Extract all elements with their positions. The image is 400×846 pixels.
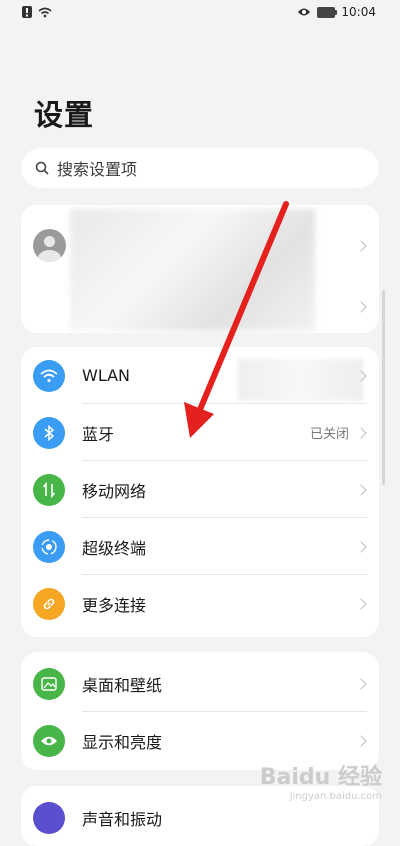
display-card: 桌面和壁纸 显示和亮度: [21, 652, 379, 770]
setting-label: 移动网络: [82, 481, 147, 501]
search-placeholder: 搜索设置项: [57, 160, 138, 179]
sound-icon: [33, 801, 65, 834]
chevron-right-icon: [355, 541, 367, 553]
eye-icon: [33, 724, 65, 757]
chevron-right-icon: [355, 484, 367, 496]
eye-comfort-icon: [298, 8, 311, 16]
setting-row-mobile-network[interactable]: 移动网络: [21, 461, 379, 518]
setting-row-bluetooth[interactable]: 蓝牙 已关闭: [21, 404, 379, 461]
wallpaper-icon: [33, 667, 65, 700]
setting-label: 声音和振动: [82, 809, 163, 829]
setting-label: 显示和亮度: [82, 732, 163, 752]
watermark-url: jingyan.baidu.com: [289, 791, 382, 802]
setting-label: 更多连接: [82, 595, 147, 615]
chevron-right-icon: [355, 598, 367, 610]
battery-icon: [317, 6, 338, 18]
chevron-right-icon: [355, 735, 367, 747]
bluetooth-icon: [33, 416, 65, 449]
status-time: 10:04: [341, 5, 376, 19]
search-bar[interactable]: 搜索设置项: [21, 148, 379, 188]
account-info-blurred: [70, 209, 315, 331]
wifi-status-icon: [38, 7, 52, 17]
mobile-data-icon: [33, 473, 65, 506]
wifi-icon: [33, 359, 65, 392]
setting-label: 蓝牙: [82, 424, 115, 444]
wlan-network-blurred: [238, 359, 363, 401]
avatar[interactable]: [33, 229, 66, 262]
chevron-right-icon: [355, 427, 367, 439]
alert-icon: [22, 6, 32, 18]
watermark-brand: Baidu 经验: [259, 765, 382, 790]
watermark: Baidu 经验 jingyan.baidu.com: [260, 759, 382, 802]
chevron-right-icon: [355, 301, 367, 313]
setting-label: 超级终端: [82, 538, 147, 558]
chevron-right-icon: [355, 240, 367, 252]
super-device-icon: [33, 530, 65, 563]
chevron-right-icon: [355, 678, 367, 690]
scrollbar[interactable]: [382, 290, 385, 485]
setting-label: 桌面和壁纸: [82, 675, 163, 695]
setting-row-wallpaper[interactable]: 桌面和壁纸: [21, 655, 379, 712]
setting-label: WLAN: [82, 366, 131, 385]
setting-row-super-device[interactable]: 超级终端: [21, 518, 379, 575]
setting-row-wlan[interactable]: WLAN: [21, 347, 379, 404]
network-card: WLAN 蓝牙 已关闭 移动网络 超级终端 更多连接: [21, 347, 379, 637]
page-title: 设置: [34, 98, 95, 132]
search-icon: [35, 161, 49, 175]
status-bar: 10:04: [0, 0, 400, 28]
link-icon: [33, 587, 65, 620]
setting-value: 已关闭: [309, 427, 349, 442]
account-card[interactable]: [21, 205, 379, 333]
setting-row-more-connections[interactable]: 更多连接: [21, 575, 379, 632]
